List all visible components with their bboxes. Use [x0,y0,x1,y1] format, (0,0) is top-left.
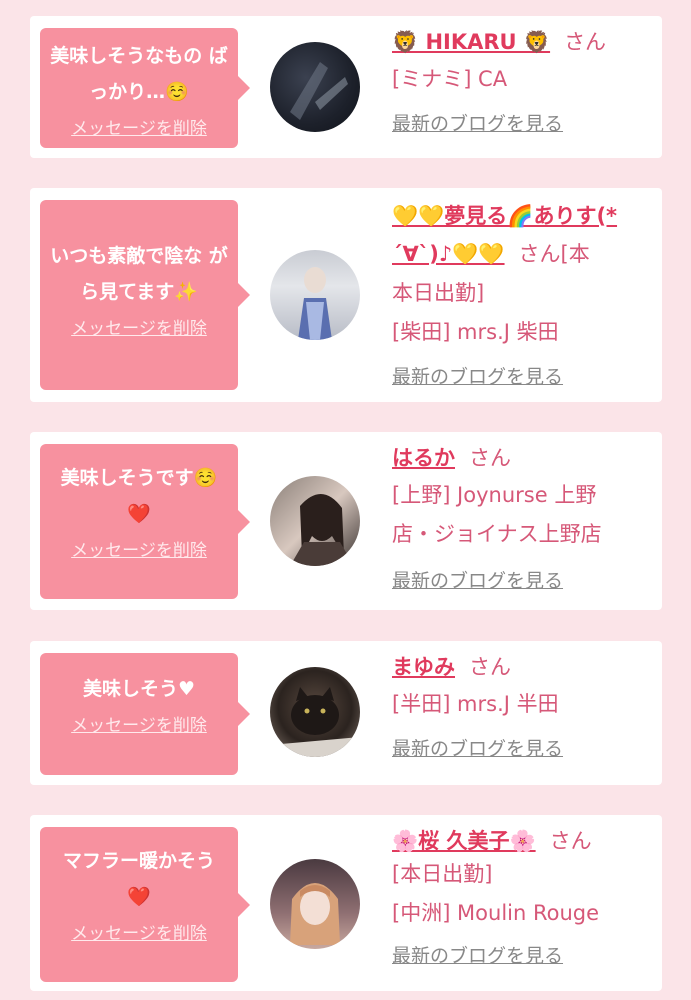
avatar-image [290,883,340,945]
message-list: 美味しそうなもの ばっかり…☺️ メッセージを削除 🦁 HIKARU 🦁 さん [… [0,0,691,1000]
message-bubble: 美味しそうなもの ばっかり…☺️ メッセージを削除 [40,28,250,148]
honorific: さん [564,30,607,54]
latest-blog-link[interactable]: 最新のブログを見る [392,941,563,968]
message-text: いつも素敵で陰な がら見てます✨ [50,245,228,303]
shop-info: [中洲] Moulin Rouge [392,901,600,925]
sender-info: 🌸桜 久美子🌸 さん [本日出勤] [中洲] Moulin Rouge 最新のブロ… [392,825,654,968]
honorific: さん [549,829,592,853]
delete-message-link[interactable]: メッセージを削除 [48,919,230,944]
sender-info: まゆみ さん [半田] mrs.J 半田 最新のブログを見る [392,651,654,761]
sender-name-link[interactable]: 🦁 HIKARU 🦁 [392,30,550,54]
avatar-image [290,493,354,566]
message-text: 美味しそうなもの ばっかり…☺️ [50,45,228,103]
delete-message-link[interactable]: メッセージを削除 [48,536,230,561]
honorific: さん [469,446,511,470]
message-card: マフラー暖かそう ❤️ メッセージを削除 🌸桜 久美子🌸 さん [本日出勤] [中… [30,815,662,991]
avatar[interactable] [270,250,360,340]
message-card: いつも素敵で陰な がら見てます✨ メッセージを削除 💛💛夢見る🌈ありす(*´∀`… [30,188,662,402]
avatar[interactable] [270,42,360,132]
message-card: 美味しそう♥ メッセージを削除 まゆみ さん [半田] mrs.J 半田 最新のブ… [30,641,662,785]
message-card: 美味しそうなもの ばっかり…☺️ メッセージを削除 🦁 HIKARU 🦁 さん [… [30,16,662,158]
latest-blog-link[interactable]: 最新のブログを見る [392,566,563,593]
avatar-image [290,62,348,120]
message-bubble: 美味しそう♥ メッセージを削除 [40,653,250,775]
sender-name-link[interactable]: はるか [392,446,455,470]
avatar-image [298,267,332,340]
sender-name-link[interactable]: 🌸桜 久美子🌸 [392,829,536,853]
sender-info: 💛💛夢見る🌈ありす(*´∀`)♪💛💛 さん[本 本日出勤] [柴田] mrs.J … [392,198,654,389]
delete-message-link[interactable]: メッセージを削除 [48,314,230,339]
shop-info: [上野] Joynurse 上野 [392,483,597,507]
message-card: 美味しそうです☺️ ❤️ メッセージを削除 はるか さん [上野] Joynurs… [30,432,662,610]
message-text: 美味しそう♥ [82,678,196,700]
sender-name-link[interactable]: まゆみ [392,655,455,679]
delete-message-link[interactable]: メッセージを削除 [48,114,230,139]
message-bubble: いつも素敵で陰な がら見てます✨ メッセージを削除 [40,200,250,390]
shop-info: [ミナミ] CA [392,67,508,91]
message-bubble: 美味しそうです☺️ ❤️ メッセージを削除 [40,444,250,599]
shop-info: 店・ジョイナス上野店 [392,522,602,546]
message-bubble: マフラー暖かそう ❤️ メッセージを削除 [40,827,250,982]
shop-info: 本日出勤] [392,281,485,305]
avatar[interactable] [270,476,360,566]
latest-blog-link[interactable]: 最新のブログを見る [392,109,563,136]
shop-info: [本日出勤] [392,862,493,886]
sender-info: 🦁 HIKARU 🦁 さん [ミナミ] CA 最新のブログを見る [392,26,654,136]
honorific: さん [469,655,511,679]
avatar[interactable] [270,859,360,949]
sender-info: はるか さん [上野] Joynurse 上野 店・ジョイナス上野店 最新のブログ… [392,442,654,593]
shop-info: [柴田] mrs.J 柴田 [392,320,559,344]
honorific-suffix: [本 [560,242,590,266]
message-text: 美味しそうです☺️ ❤️ [60,467,218,525]
avatar-image [270,687,360,757]
latest-blog-link[interactable]: 最新のブログを見る [392,734,563,761]
latest-blog-link[interactable]: 最新のブログを見る [392,362,563,389]
shop-info: [半田] mrs.J 半田 [392,692,559,716]
message-text: マフラー暖かそう ❤️ [62,850,215,908]
honorific: さん [518,242,561,266]
avatar[interactable] [270,667,360,757]
delete-message-link[interactable]: メッセージを削除 [48,711,230,736]
